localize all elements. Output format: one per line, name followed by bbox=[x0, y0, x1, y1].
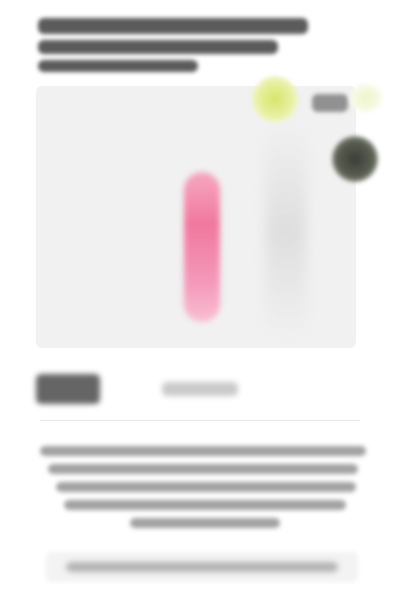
product-image[interactable] bbox=[36, 86, 356, 348]
title-line-1 bbox=[38, 18, 308, 34]
swatch-light[interactable] bbox=[350, 84, 382, 112]
description-line-1 bbox=[40, 446, 366, 456]
price-row bbox=[32, 368, 362, 412]
description-line-2 bbox=[48, 464, 358, 474]
cta-label bbox=[46, 552, 47, 553]
swatch-yellow-green[interactable] bbox=[252, 76, 298, 122]
title-line-2 bbox=[38, 40, 278, 54]
page bbox=[0, 0, 400, 602]
cta-button[interactable] bbox=[46, 552, 358, 582]
secondary-info-text bbox=[162, 382, 163, 383]
title-line-3 bbox=[38, 60, 198, 72]
price bbox=[36, 374, 100, 404]
swatch-dark[interactable] bbox=[332, 136, 378, 182]
price-text bbox=[36, 374, 37, 375]
description-line-3 bbox=[56, 482, 356, 492]
divider bbox=[40, 420, 360, 421]
description bbox=[40, 446, 366, 536]
product-shadow bbox=[266, 126, 306, 336]
secondary-info[interactable] bbox=[162, 382, 238, 396]
description-line-4 bbox=[64, 500, 346, 510]
swatch-label bbox=[312, 94, 348, 112]
description-line-5 bbox=[130, 518, 280, 528]
product-icon bbox=[184, 172, 220, 322]
product-title bbox=[38, 18, 328, 78]
cta-text-line bbox=[66, 562, 338, 572]
